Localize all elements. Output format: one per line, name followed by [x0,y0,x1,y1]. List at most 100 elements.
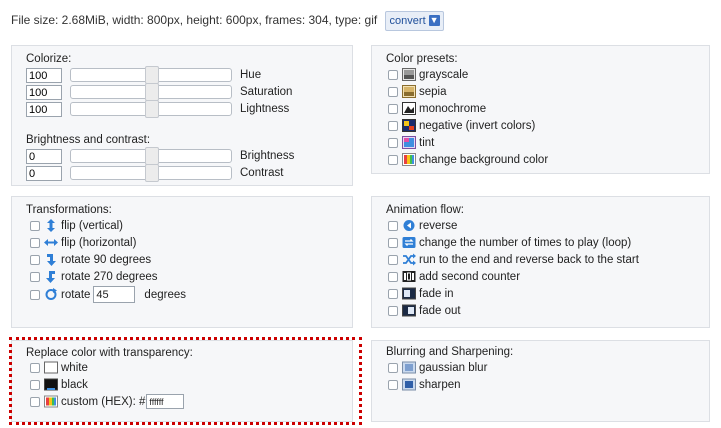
replace-white-label: white [61,361,88,374]
rotate-degrees-input[interactable]: 45 [93,286,136,303]
brightness-slider-thumb[interactable] [145,147,159,165]
preset-grayscale[interactable]: grayscale [388,66,468,83]
brightness-contrast-title: Brightness and contrast: [26,134,151,146]
lightness-input[interactable]: 100 [26,102,62,117]
sharpen-label: sharpen [419,378,461,391]
transformations-title: Transformations: [26,204,112,216]
preset-background-color[interactable]: change background color [388,151,548,168]
preset-tint[interactable]: tint [388,134,434,151]
preset-background-color-checkbox[interactable] [388,154,398,165]
preset-sepia-label: sepia [419,85,447,98]
file-info-text: File size: 2.68MiB, width: 800px, height… [11,13,378,27]
rotate-custom-checkbox[interactable] [30,289,40,300]
rotate-90-checkbox[interactable] [30,254,40,265]
flip-vertical-icon [47,219,55,232]
rotate-90-icon [47,254,56,266]
replace-white-option[interactable]: white [30,359,88,376]
gaussian-blur-option[interactable]: gaussian blur [388,359,487,376]
animation-bounce-label: run to the end and reverse back to the s… [419,253,639,266]
flip-horizontal-option[interactable]: flip (horizontal) [30,234,136,251]
counter-icon [402,271,416,282]
replace-black-label: black [61,378,88,391]
animation-reverse[interactable]: reverse [388,217,457,234]
animation-loop-label: change the number of times to play (loop… [419,236,632,249]
rotate-270-label: rotate 270 degrees [61,270,158,283]
replace-custom-checkbox[interactable] [30,396,40,407]
preset-tint-label: tint [419,136,435,149]
lightness-slider-thumb[interactable] [145,100,159,118]
convert-button[interactable]: convert ▼ [384,10,444,31]
sharpen-checkbox[interactable] [388,379,398,390]
animation-counter[interactable]: add second counter [388,268,520,285]
black-swatch-icon [44,378,58,391]
fade-out-icon [402,304,416,317]
animation-fade-in-checkbox[interactable] [388,288,398,299]
hue-label: Hue [240,69,262,81]
flip-horizontal-checkbox[interactable] [30,237,40,248]
gaussian-blur-label: gaussian blur [419,361,488,374]
tint-icon [402,136,416,149]
monochrome-icon [402,102,416,115]
replace-black-checkbox[interactable] [30,379,40,390]
colorize-title: Colorize: [26,53,72,65]
animation-bounce-checkbox[interactable] [388,254,398,265]
animation-loop[interactable]: change the number of times to play (loop… [388,234,631,251]
flip-vertical-checkbox[interactable] [30,220,40,231]
animation-fade-out-label: fade out [419,304,461,317]
preset-grayscale-label: grayscale [419,68,469,81]
white-swatch-icon [44,361,58,374]
custom-hex-input[interactable]: ffffff [146,394,185,409]
animation-reverse-label: reverse [419,219,458,232]
animation-reverse-checkbox[interactable] [388,220,398,231]
animation-fade-out-checkbox[interactable] [388,305,398,316]
animation-fade-in[interactable]: fade in [388,285,454,302]
rotate-270-checkbox[interactable] [30,271,40,282]
preset-sepia-checkbox[interactable] [388,86,398,97]
preset-negative[interactable]: negative (invert colors) [388,117,535,134]
animation-counter-label: add second counter [419,270,521,283]
preset-monochrome-checkbox[interactable] [388,103,398,114]
animation-fade-in-label: fade in [419,287,454,300]
lightness-label: Lightness [240,103,290,115]
hue-slider-thumb[interactable] [145,66,159,84]
grayscale-icon [402,68,416,81]
download-icon: ▼ [428,15,440,27]
contrast-label: Contrast [240,167,284,179]
sharpen-option[interactable]: sharpen [388,376,461,393]
degrees-label: degrees [144,288,186,301]
gaussian-blur-checkbox[interactable] [388,362,398,373]
animation-counter-checkbox[interactable] [388,271,398,282]
replace-white-checkbox[interactable] [30,362,40,373]
loop-icon [402,237,416,248]
fade-in-icon [402,287,416,300]
rotate-90-option[interactable]: rotate 90 degrees [30,251,151,268]
rotate-90-label: rotate 90 degrees [61,253,152,266]
contrast-input[interactable]: 0 [26,166,62,181]
flip-vertical-option[interactable]: flip (vertical) [30,217,123,234]
animation-bounce[interactable]: run to the end and reverse back to the s… [388,251,639,268]
file-info: File size: 2.68MiB, width: 800px, height… [11,10,444,31]
background-color-icon [402,153,416,166]
saturation-input[interactable]: 100 [26,85,62,100]
brightness-input[interactable]: 0 [26,149,62,164]
contrast-slider-thumb[interactable] [145,164,159,182]
hue-input[interactable]: 100 [26,68,62,83]
replace-black-option[interactable]: black [30,376,88,393]
rotate-270-option[interactable]: rotate 270 degrees [30,268,158,285]
preset-negative-checkbox[interactable] [388,120,398,131]
flip-vertical-label: flip (vertical) [61,219,123,232]
gaussian-blur-icon [402,361,416,374]
preset-monochrome[interactable]: monochrome [388,100,486,117]
rotate-custom-option[interactable]: rotate 45 degrees [30,286,186,303]
preset-grayscale-checkbox[interactable] [388,69,398,80]
preset-sepia[interactable]: sepia [388,83,447,100]
animation-fade-out[interactable]: fade out [388,302,461,319]
replace-custom-option[interactable]: custom (HEX): # ffffff [30,393,185,410]
replace-custom-label: custom (HEX): # [61,395,146,408]
animation-loop-checkbox[interactable] [388,237,398,248]
preset-tint-checkbox[interactable] [388,137,398,148]
rotate-icon [45,288,57,300]
shuffle-icon [403,253,416,266]
flip-horizontal-icon [44,239,58,246]
saturation-slider-thumb[interactable] [145,83,159,101]
